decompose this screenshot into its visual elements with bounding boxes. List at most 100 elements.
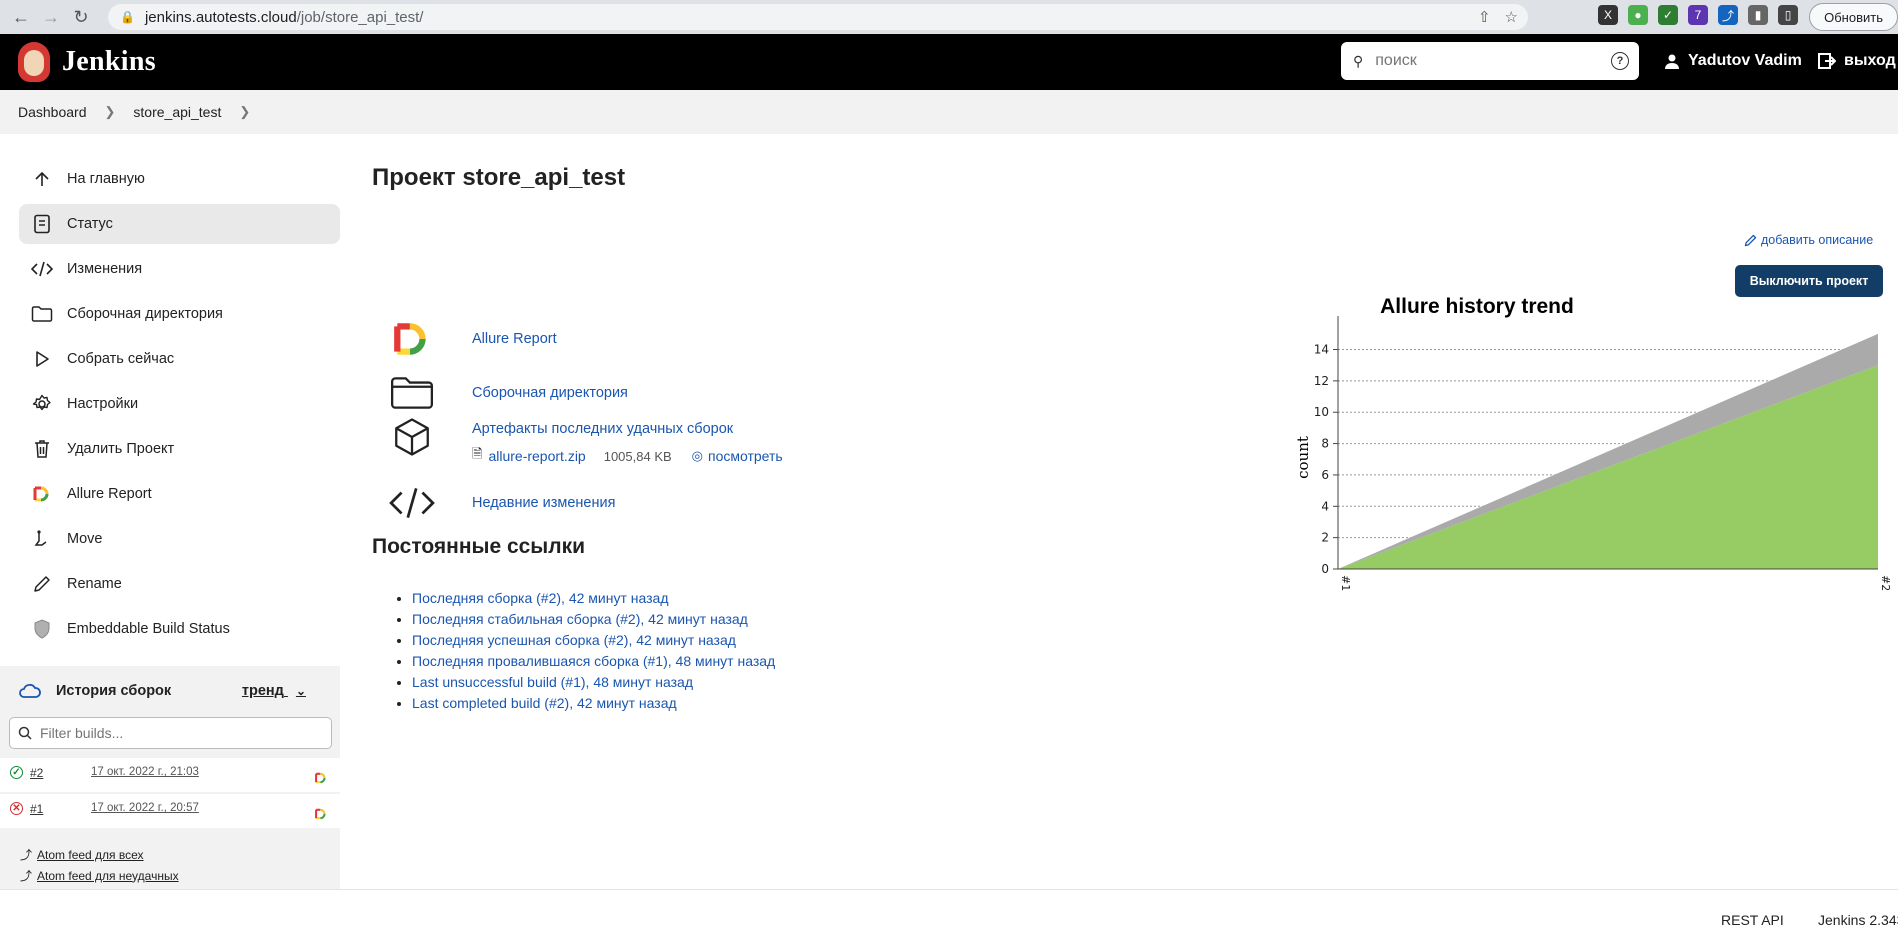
reload-icon[interactable]: ↻: [68, 4, 94, 30]
permalinks-title: Постоянные ссылки: [372, 535, 586, 558]
build-number-link[interactable]: #2: [30, 766, 43, 780]
add-description-link[interactable]: добавить описание: [1744, 233, 1873, 247]
sidepanel-icon[interactable]: ▯: [1778, 5, 1798, 25]
artifact-file-size: 1005,84 KB: [603, 448, 672, 464]
workspace-row: Сборочная директория: [388, 371, 628, 415]
sidebar-item-label: Настройки: [67, 396, 139, 412]
star-icon[interactable]: ☆: [1505, 8, 1518, 26]
chevron-down-icon: ⌄: [295, 684, 306, 698]
y-tick-label: 0: [1321, 562, 1329, 576]
extension-check-icon[interactable]: ✓: [1658, 5, 1678, 25]
sidebar-item-settings[interactable]: Настройки: [19, 384, 340, 424]
sidebar-item-delete[interactable]: Удалить Проект: [19, 429, 340, 469]
atom-feed-all-link[interactable]: Atom feed для всех: [37, 848, 144, 862]
cloud-icon: [19, 683, 41, 698]
list-item: Last unsuccessful build (#1), 48 минут н…: [412, 672, 775, 693]
pencil-icon: [31, 575, 53, 593]
build-date-link[interactable]: 17 окт. 2022 г., 20:57: [91, 802, 199, 814]
search-input[interactable]: [1373, 51, 1588, 71]
shield-icon: [31, 619, 53, 639]
list-item: Last completed build (#2), 42 минут наза…: [412, 693, 775, 714]
artifact-file-link[interactable]: allure-report.zip: [488, 448, 585, 464]
list-item: Последняя сборка (#2), 42 минут назад: [412, 588, 775, 609]
file-icon: 🗎: [472, 446, 483, 461]
share-icon[interactable]: ⇧: [1478, 8, 1491, 26]
permalink-last-successful[interactable]: Последняя успешная сборка (#2), 42 минут…: [412, 632, 736, 648]
sidebar-item-allure[interactable]: Allure Report: [19, 474, 340, 514]
sidebar-item-label: Сборочная директория: [67, 306, 223, 322]
chevron-right-icon[interactable]: ❯: [239, 104, 250, 120]
sidebar-item-embeddable-status[interactable]: Embeddable Build Status: [19, 609, 340, 649]
x-tick-label: #2: [1879, 575, 1892, 591]
jenkins-home-link[interactable]: Jenkins: [18, 42, 156, 82]
extension-x-icon[interactable]: X: [1598, 5, 1618, 25]
address-bar[interactable]: 🔒 jenkins.autotests.cloud/job/store_api_…: [108, 4, 1528, 30]
rest-api-link[interactable]: REST API: [1721, 912, 1784, 928]
failed-icon: ✕: [10, 802, 23, 815]
workspace-link[interactable]: Сборочная директория: [472, 385, 628, 401]
help-icon[interactable]: ?: [1611, 52, 1629, 70]
sidebar-item-build-now[interactable]: Собрать сейчас: [19, 339, 340, 379]
permalinks-list: Последняя сборка (#2), 42 минут назад По…: [372, 588, 775, 714]
extension-android-icon[interactable]: ●: [1628, 5, 1648, 25]
permalink-last-failed[interactable]: Последняя провалившаяся сборка (#1), 48 …: [412, 653, 775, 669]
allure-trend-chart[interactable]: 0 2 4 6 8 10 12 14 #1 #2 count: [1286, 290, 1898, 600]
permalink-last-build[interactable]: Последняя сборка (#2), 42 минут назад: [412, 590, 669, 606]
update-button[interactable]: Обновить: [1809, 3, 1898, 31]
logout-label: выход: [1844, 52, 1896, 69]
permalink-last-unsuccessful[interactable]: Last unsuccessful build (#1), 48 минут н…: [412, 674, 693, 690]
allure-icon: [31, 484, 53, 504]
logout-link[interactable]: выход: [1818, 52, 1896, 70]
list-item: Последняя провалившаяся сборка (#1), 48 …: [412, 651, 775, 672]
chevron-right-icon: ❯: [104, 104, 116, 119]
x-tick-label: #1: [1339, 575, 1352, 591]
artifact-view-link[interactable]: ◎ посмотреть: [692, 448, 783, 464]
puzzle-icon[interactable]: ▮: [1748, 5, 1768, 25]
sidebar-item-status[interactable]: Статус: [19, 204, 340, 244]
package-icon: [388, 415, 436, 459]
sidebar-item-label: Изменения: [67, 261, 143, 277]
atom-feed-failed-link[interactable]: Atom feed для неудачных: [37, 869, 179, 883]
y-tick-label: 14: [1314, 343, 1329, 357]
search-box: ⚲ ?: [1341, 42, 1639, 80]
y-tick-label: 8: [1321, 437, 1329, 451]
trend-link[interactable]: тренд ⌄: [242, 683, 306, 699]
back-icon[interactable]: ←: [8, 4, 34, 30]
logout-icon: [1818, 53, 1836, 69]
sidebar-item-label: Embeddable Build Status: [67, 621, 230, 637]
permalink-last-completed[interactable]: Last completed build (#2), 42 минут наза…: [412, 695, 677, 711]
sidebar-item-workspace[interactable]: Сборочная директория: [19, 294, 340, 334]
breadcrumb-job[interactable]: store_api_test: [133, 104, 221, 120]
recent-changes-link[interactable]: Недавние изменения: [472, 495, 615, 511]
build-row[interactable]: ✓ #2 17 окт. 2022 г., 21:03: [0, 758, 340, 792]
extension-tool-icon[interactable]: ⤴: [1718, 5, 1738, 25]
sidebar-item-move[interactable]: Move: [19, 519, 340, 559]
y-tick-label: 12: [1314, 374, 1329, 388]
extension-badge-icon[interactable]: 7: [1688, 5, 1708, 25]
code-icon: [388, 481, 436, 525]
build-number-link[interactable]: #1: [30, 802, 43, 816]
forward-icon[interactable]: →: [38, 4, 64, 30]
build-row[interactable]: ✕ #1 17 окт. 2022 г., 20:57: [0, 794, 340, 828]
fingerprint-icon: ◎: [691, 448, 704, 463]
search-icon: ⚲: [1353, 52, 1364, 69]
build-date-link[interactable]: 17 окт. 2022 г., 21:03: [91, 766, 199, 778]
task-list: На главную Статус Изменения Сборочная ди…: [19, 159, 340, 654]
allure-icon[interactable]: [314, 807, 328, 821]
sidebar-item-changes[interactable]: Изменения: [19, 249, 340, 289]
rss-icon: ⤴: [20, 869, 33, 883]
allure-icon[interactable]: [314, 771, 328, 785]
artifacts-link[interactable]: Артефакты последних удачных сборок: [472, 421, 733, 437]
y-tick-label: 2: [1321, 531, 1329, 545]
lock-icon: 🔒: [120, 10, 135, 24]
sidebar-item-rename[interactable]: Rename: [19, 564, 340, 604]
build-history-title: История сборок: [56, 683, 172, 699]
filter-builds-input[interactable]: [38, 724, 322, 742]
jenkins-logo-icon: [18, 42, 50, 82]
breadcrumb-dashboard[interactable]: Dashboard: [18, 104, 87, 120]
user-link[interactable]: Yadutov Vadim: [1664, 52, 1802, 70]
allure-report-link[interactable]: Allure Report: [472, 331, 557, 347]
jenkins-version-link[interactable]: Jenkins 2.343: [1818, 912, 1898, 928]
sidebar-item-home[interactable]: На главную: [19, 159, 340, 199]
permalink-last-stable[interactable]: Последняя стабильная сборка (#2), 42 мин…: [412, 611, 748, 627]
